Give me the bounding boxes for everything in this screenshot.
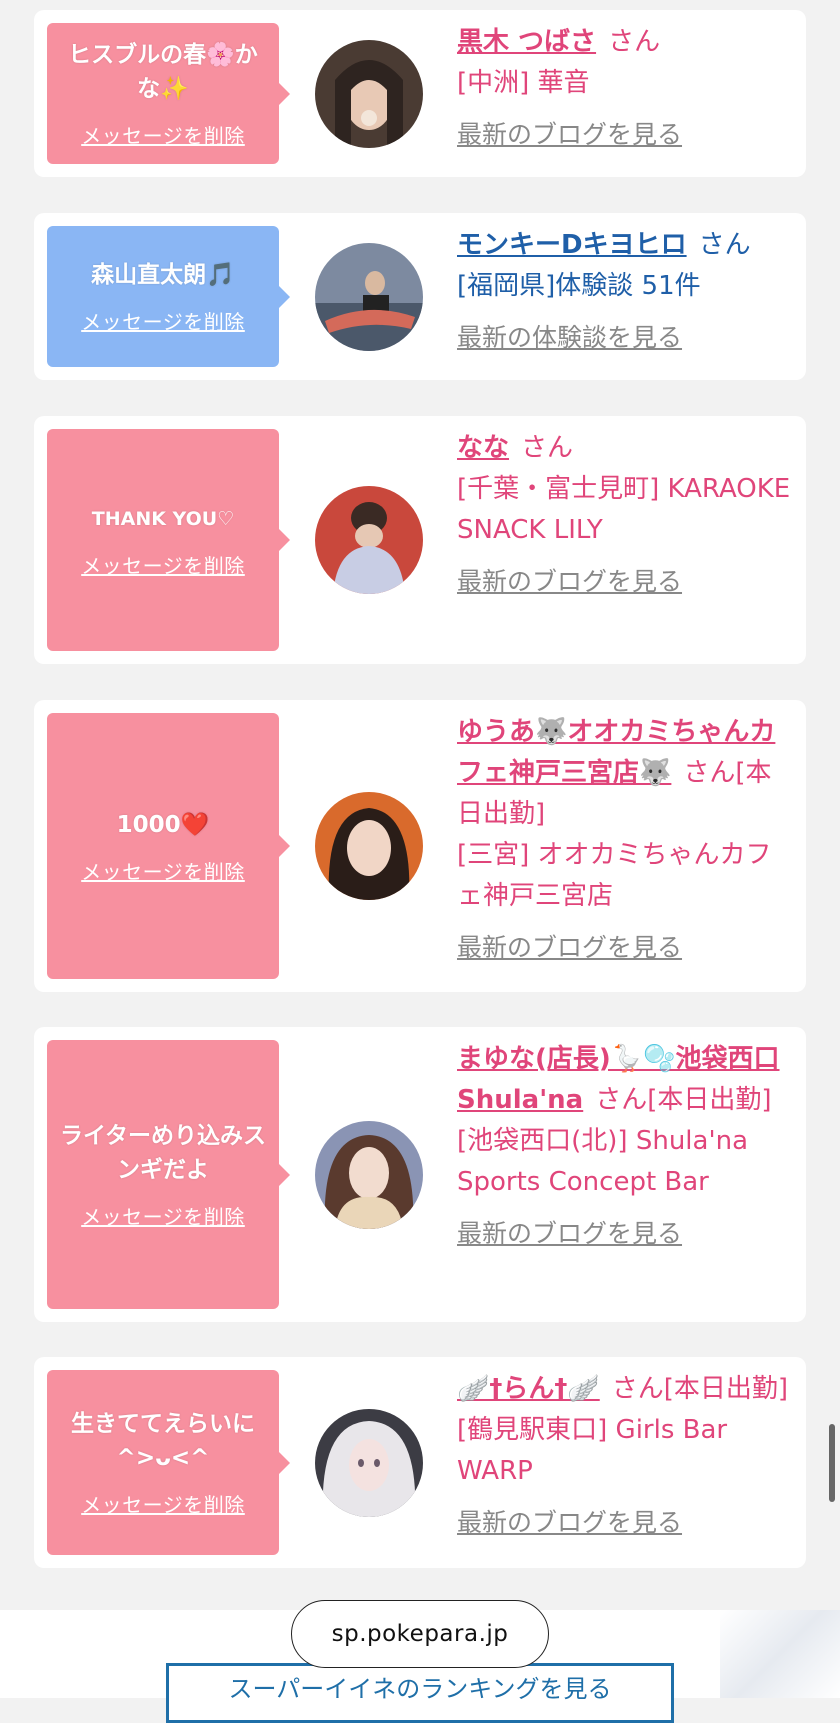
honorific: さん [683, 758, 736, 788]
honorific: さん [521, 433, 574, 463]
scrollbar[interactable] [829, 1424, 835, 1502]
latest-blog-link[interactable]: 最新のブログを見る [457, 927, 794, 968]
honorific: さん [595, 1085, 648, 1115]
message-text: ライターめり込みスンギだよ [59, 1123, 267, 1183]
message-text: ヒスブルの春🌸かな✨ [68, 42, 258, 102]
latest-blog-link[interactable]: 最新のブログを見る [457, 114, 794, 155]
message-text: 森山直太朗🎵 [91, 262, 235, 288]
sender-info: なな さん [千葉・富士見町] KARAOKE SNACK LILY 最新のブログ… [457, 428, 794, 602]
message-card: 森山直太朗🎵 メッセージを削除 モンキーDキヨヒロ さん [福岡県]体験談 51件… [34, 213, 806, 380]
avatar-photo [315, 1409, 423, 1517]
sender-name-link[interactable]: モンキーDキヨヒロ [457, 230, 687, 260]
sender-info: まゆな(店長)🪿🫧池袋西口Shula'na さん[本日出勤] [池袋西口(北)] … [457, 1039, 794, 1254]
message-card: ヒスブルの春🌸かな✨ メッセージを削除 黒木 つばさ さん [中洲] 華音 最新の… [34, 10, 806, 177]
shop-info: [中洲] 華音 [457, 68, 590, 98]
sender-info: モンキーDキヨヒロ さん [福岡県]体験談 51件 最新の体験談を見る [457, 225, 794, 358]
message-text: THANK YOU♡ [91, 507, 235, 530]
latest-blog-link[interactable]: 最新のブログを見る [457, 1213, 794, 1254]
honorific: さん [698, 230, 751, 260]
message-bubble: 森山直太朗🎵 メッセージを削除 [47, 226, 290, 367]
delete-message-link[interactable]: メッセージを削除 [81, 856, 245, 885]
honorific: さん [608, 27, 661, 57]
latest-review-link[interactable]: 最新の体験談を見る [457, 317, 794, 358]
message-card: 生きててえらいに^>ᴗ<^ メッセージを削除 🪽†らん†🪽 さん[本日出勤] [鶴… [34, 1357, 806, 1568]
message-bubble: ライターめり込みスンギだよ メッセージを削除 [47, 1040, 290, 1309]
latest-blog-link[interactable]: 最新のブログを見る [457, 561, 794, 602]
sender-name-link[interactable]: 黒木 つばさ [457, 27, 596, 57]
avatar[interactable] [315, 243, 423, 351]
message-text: 1000❤️ [116, 811, 210, 838]
shop-info: [三宮] オオカミちゃんカフェ神戸三宮店 [457, 840, 772, 911]
message-bubble: ヒスブルの春🌸かな✨ メッセージを削除 [47, 23, 290, 164]
message-text: 生きててえらいに^>ᴗ<^ [71, 1411, 255, 1471]
avatar[interactable] [315, 1121, 423, 1229]
delete-message-link[interactable]: メッセージを削除 [81, 306, 245, 335]
avatar-photo [315, 486, 423, 594]
message-card: ライターめり込みスンギだよ メッセージを削除 まゆな(店長)🪿🫧池袋西口Shul… [34, 1027, 806, 1322]
footer-decoration [720, 1610, 840, 1698]
shop-info: [千葉・富士見町] KARAOKE SNACK LILY [457, 474, 791, 545]
message-bubble: 1000❤️ メッセージを削除 [47, 713, 290, 979]
message-card: 1000❤️ メッセージを削除 ゆうあ🐺オオカミちゃんカフェ神戸三宮店🐺 さん[本… [34, 700, 806, 992]
delete-message-link[interactable]: メッセージを削除 [81, 550, 245, 579]
sender-info: 🪽†らん†🪽 さん[本日出勤] [鶴見駅東口] Girls Bar WARP 最新… [457, 1369, 794, 1543]
delete-message-link[interactable]: メッセージを削除 [81, 1201, 245, 1230]
latest-blog-link[interactable]: 最新のブログを見る [457, 1502, 794, 1543]
message-card: THANK YOU♡ メッセージを削除 なな さん [千葉・富士見町] KARAO… [34, 416, 806, 664]
shop-info: [鶴見駅東口] Girls Bar WARP [457, 1415, 728, 1486]
avatar[interactable] [315, 486, 423, 594]
avatar[interactable] [315, 40, 423, 148]
sender-name-link[interactable]: 🪽†らん†🪽 [457, 1374, 600, 1404]
delete-message-link[interactable]: メッセージを削除 [81, 120, 245, 149]
honorific: さん [611, 1374, 664, 1404]
message-bubble: THANK YOU♡ メッセージを削除 [47, 429, 290, 651]
ranking-button[interactable]: スーパーイイネのランキングを見る [166, 1663, 674, 1723]
sender-name-link[interactable]: なな [457, 433, 509, 463]
sender-info: ゆうあ🐺オオカミちゃんカフェ神戸三宮店🐺 さん[本日出勤] [三宮] オオカミちゃ… [457, 712, 794, 968]
avatar-photo [315, 792, 423, 900]
avatar-photo [315, 1121, 423, 1229]
delete-message-link[interactable]: メッセージを削除 [81, 1489, 245, 1518]
shop-info: [池袋西口(北)] Shula'na Sports Concept Bar [457, 1126, 749, 1197]
avatar-photo [315, 40, 423, 148]
sender-info: 黒木 つばさ さん [中洲] 華音 最新のブログを見る [457, 22, 794, 155]
status-suffix: [本日出勤] [647, 1085, 772, 1115]
message-bubble: 生きててえらいに^>ᴗ<^ メッセージを削除 [47, 1370, 290, 1555]
browser-url-pill[interactable]: sp.pokepara.jp [291, 1600, 549, 1668]
avatar-photo [315, 243, 423, 351]
avatar[interactable] [315, 1409, 423, 1517]
avatar[interactable] [315, 792, 423, 900]
status-suffix: [本日出勤] [663, 1374, 789, 1404]
shop-info: [福岡県]体験談 51件 [457, 271, 701, 301]
